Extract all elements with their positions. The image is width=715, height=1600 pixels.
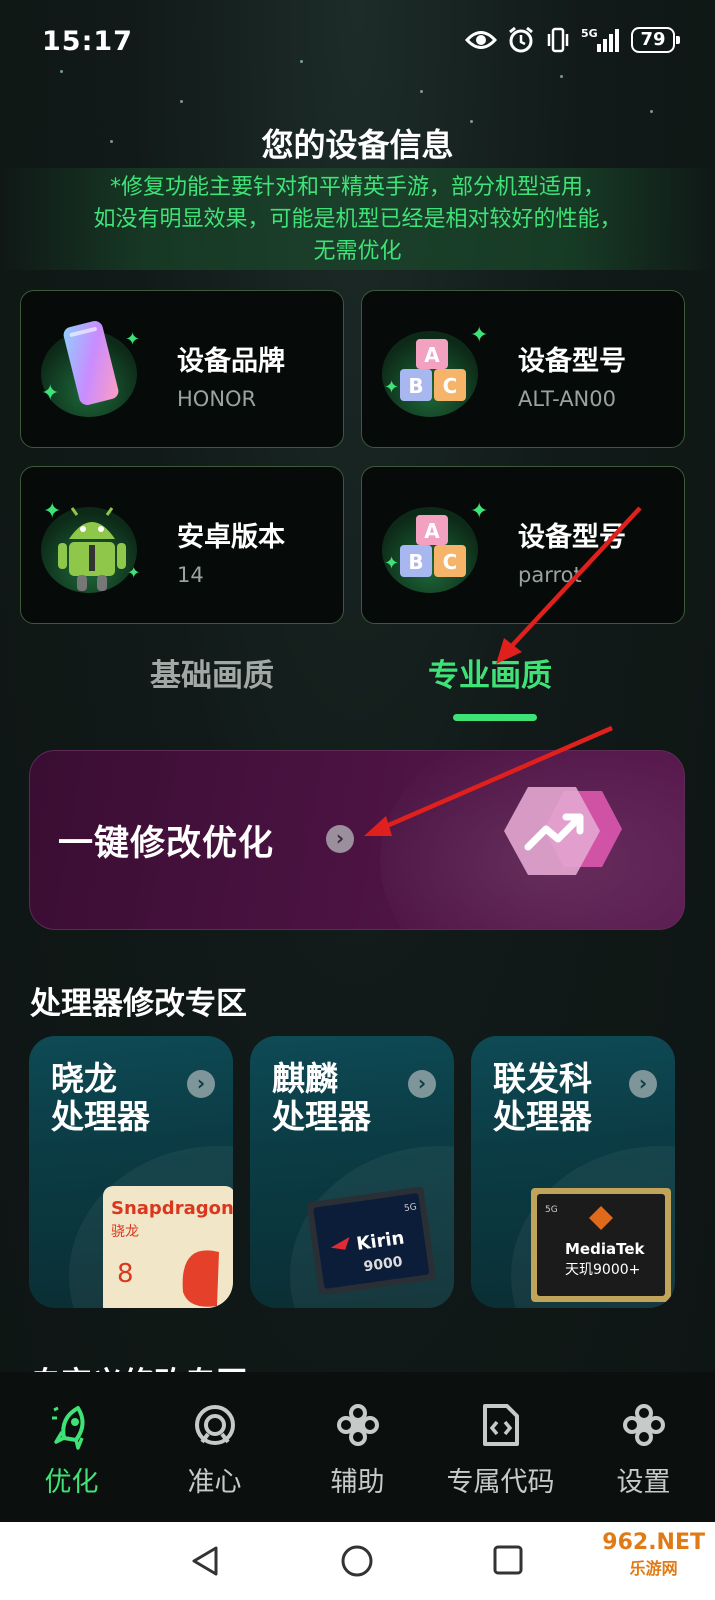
device-brand-value: HONOR bbox=[177, 387, 257, 411]
snapdragon-chip: Snapdragon 骁龙 8 bbox=[103, 1186, 233, 1308]
svg-text:天玑9000+: 天玑9000+ bbox=[565, 1262, 640, 1278]
nav-label: 辅助 bbox=[330, 1467, 385, 1498]
abc-blocks-icon: A B C bbox=[400, 515, 466, 577]
device-card-model: A B C ✦ ✦ 设备型号 ALT-AN00 bbox=[361, 290, 685, 448]
chevron-right-icon: › bbox=[629, 1070, 657, 1098]
status-time: 15:17 bbox=[42, 26, 133, 57]
processor-card-title: 晓龙 处理器 bbox=[51, 1059, 150, 1136]
status-icons: 5G 79 bbox=[465, 26, 680, 54]
code-file-icon bbox=[482, 1404, 519, 1446]
home-icon[interactable] bbox=[340, 1544, 374, 1578]
nav-label: 优化 bbox=[44, 1467, 99, 1498]
android-version-value: 14 bbox=[177, 563, 204, 587]
bottom-nav: 优化 准心 辅助 专属代码 设置 bbox=[0, 1372, 715, 1522]
nav-item-assist[interactable]: 辅助 bbox=[286, 1372, 429, 1522]
nav-item-code[interactable]: 专属代码 bbox=[429, 1372, 572, 1522]
device-card-brand: ✦ ✦ 设备品牌 HONOR bbox=[20, 290, 344, 448]
svg-text:5G: 5G bbox=[581, 27, 598, 40]
tab-pro-quality[interactable]: 专业画质 bbox=[428, 650, 552, 695]
signal-icon: 5G bbox=[581, 27, 619, 52]
kirin-processor-card[interactable]: 麒麟 处理器 › 5G Kirin 9000 bbox=[250, 1036, 454, 1308]
mediatek-processor-card[interactable]: 联发科 处理器 › 5G MediaTek 天玑9000+ bbox=[471, 1036, 675, 1308]
svg-text:B: B bbox=[408, 550, 423, 574]
kirin-chip: 5G Kirin 9000 bbox=[306, 1186, 436, 1294]
page-title: 您的设备信息 bbox=[261, 126, 454, 164]
assist-icon bbox=[336, 1404, 379, 1447]
snapdragon-processor-card[interactable]: 晓龙 处理器 › Snapdragon 骁龙 8 bbox=[29, 1036, 233, 1308]
device-brand-label: 设备品牌 bbox=[177, 346, 285, 377]
eye-icon bbox=[465, 31, 497, 49]
device-model-value: parrot bbox=[518, 563, 582, 587]
banner-title: 一键修改优化 bbox=[58, 824, 275, 864]
trend-hexagon-icon bbox=[504, 787, 622, 875]
svg-text:C: C bbox=[443, 374, 458, 398]
one-click-optimize-banner[interactable]: 一键修改优化 › bbox=[29, 750, 685, 930]
device-card-android: ✦ ✦ 安卓版本 14 bbox=[20, 466, 344, 624]
app-screen: 15:17 5G 79 您的设备信息 *修复功能主要针对和平精英手游，部分机型适… bbox=[0, 0, 715, 1600]
android-version-label: 安卓版本 bbox=[177, 522, 285, 553]
nav-label: 设置 bbox=[616, 1467, 671, 1498]
notice-line: 无需优化 bbox=[313, 239, 402, 264]
back-icon[interactable] bbox=[188, 1544, 220, 1578]
chevron-right-icon: › bbox=[187, 1070, 215, 1098]
device-model-label: 设备型号 bbox=[518, 522, 626, 553]
nav-item-crosshair[interactable]: 准心 bbox=[143, 1372, 286, 1522]
nav-label: 准心 bbox=[187, 1467, 242, 1498]
status-bar: 15:17 5G 79 bbox=[0, 0, 715, 80]
chevron-right-icon: › bbox=[408, 1070, 436, 1098]
battery-indicator: 79 bbox=[631, 27, 680, 53]
svg-text:A: A bbox=[424, 519, 440, 543]
alarm-icon bbox=[509, 26, 533, 53]
svg-text:MediaTek: MediaTek bbox=[565, 1240, 646, 1258]
svg-text:5G: 5G bbox=[403, 1202, 417, 1214]
svg-text:5G: 5G bbox=[545, 1205, 558, 1215]
tab-basic-quality[interactable]: 基础画质 bbox=[150, 650, 274, 695]
processor-section-title: 处理器修改专区 bbox=[30, 986, 247, 1022]
android-icon bbox=[58, 507, 126, 591]
system-nav-bar: 962.NET 乐游网 bbox=[0, 1522, 715, 1600]
crosshair-icon bbox=[194, 1405, 235, 1445]
svg-text:A: A bbox=[424, 343, 440, 367]
notice-line: 如没有明显效果，可能是机型已经是相对较好的性能， bbox=[93, 207, 622, 232]
processor-card-title: 联发科 处理器 bbox=[493, 1059, 592, 1136]
svg-text:Snapdragon: Snapdragon bbox=[111, 1198, 233, 1219]
device-model-label: 设备型号 bbox=[518, 346, 626, 377]
svg-text:B: B bbox=[408, 374, 423, 398]
vibrate-icon bbox=[547, 27, 569, 53]
rocket-icon bbox=[51, 1406, 84, 1450]
svg-text:骁龙: 骁龙 bbox=[111, 1224, 139, 1240]
abc-blocks-icon: A B C bbox=[400, 339, 466, 401]
notice-banner: *修复功能主要针对和平精英手游，部分机型适用， 如没有明显效果，可能是机型已经是… bbox=[0, 168, 715, 270]
notice-line: *修复功能主要针对和平精英手游，部分机型适用， bbox=[109, 175, 605, 200]
nav-item-optimize[interactable]: 优化 bbox=[0, 1372, 143, 1522]
tab-indicator bbox=[453, 714, 537, 721]
processor-card-title: 麒麟 处理器 bbox=[272, 1059, 371, 1136]
phone-icon bbox=[63, 321, 119, 405]
svg-text:C: C bbox=[443, 550, 458, 574]
device-model-value: ALT-AN00 bbox=[518, 387, 616, 411]
svg-text:8: 8 bbox=[117, 1259, 134, 1289]
nav-item-settings[interactable]: 设置 bbox=[572, 1372, 715, 1522]
mediatek-chip: 5G MediaTek 天玑9000+ bbox=[531, 1188, 671, 1302]
settings-icon bbox=[622, 1404, 665, 1447]
device-card-model-2: A B C ✦ ✦ 设备型号 parrot bbox=[361, 466, 685, 624]
watermark-logo: 962.NET 乐游网 bbox=[602, 1530, 705, 1578]
nav-label: 专属代码 bbox=[446, 1467, 555, 1498]
recents-icon[interactable] bbox=[492, 1544, 524, 1576]
chevron-right-icon: › bbox=[326, 825, 354, 853]
